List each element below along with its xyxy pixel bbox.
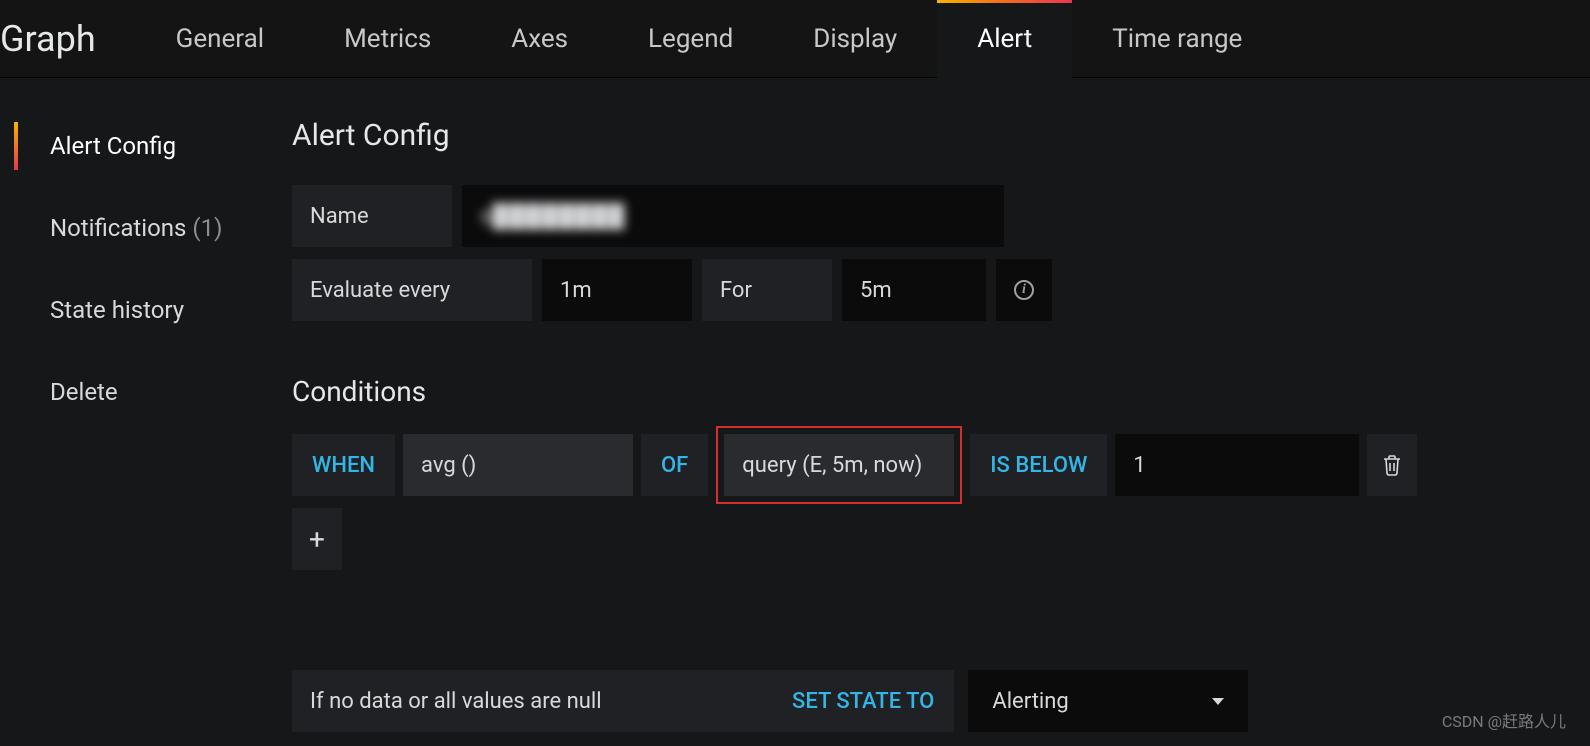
- no-data-state-select[interactable]: Alerting: [968, 670, 1248, 732]
- watermark: CSDN @赶路人儿: [1442, 708, 1566, 732]
- conditions-title: Conditions: [292, 375, 1590, 408]
- tab-display[interactable]: Display: [773, 0, 937, 78]
- condition-query[interactable]: query (E, 5m, now): [724, 434, 954, 496]
- tab-axes[interactable]: Axes: [471, 0, 608, 78]
- alert-name-input[interactable]: s████████: [462, 185, 1004, 247]
- name-row: Name s████████: [292, 185, 1590, 247]
- evaluate-row: Evaluate every 1m For 5m i: [292, 259, 1590, 321]
- sidebar-item-label: Alert Config: [50, 132, 176, 160]
- tab-general[interactable]: General: [136, 0, 304, 78]
- condition-of-keyword: OF: [641, 434, 708, 496]
- tab-metrics[interactable]: Metrics: [304, 0, 471, 78]
- for-input[interactable]: 5m: [842, 259, 986, 321]
- name-label: Name: [292, 185, 452, 247]
- condition-delete-button[interactable]: [1367, 434, 1417, 496]
- for-info-button[interactable]: i: [996, 259, 1052, 321]
- sidebar-item-label: Notifications: [50, 214, 186, 242]
- sidebar-item-delete[interactable]: Delete: [14, 364, 270, 420]
- panel-type-title: Graph: [0, 18, 136, 60]
- plus-icon: +: [309, 523, 325, 556]
- condition-threshold-input[interactable]: 1: [1115, 434, 1359, 496]
- tab-alert[interactable]: Alert: [937, 0, 1072, 78]
- no-data-label: If no data or all values are null: [292, 670, 772, 732]
- evaluate-every-label: Evaluate every: [292, 259, 532, 321]
- alert-config-panel: Alert Config Name s████████ Evaluate eve…: [270, 118, 1590, 732]
- panel-tabs: Graph General Metrics Axes Legend Displa…: [0, 0, 1590, 78]
- no-data-state-value: Alerting: [992, 689, 1068, 714]
- tab-legend[interactable]: Legend: [608, 0, 773, 78]
- tab-time-range[interactable]: Time range: [1072, 0, 1282, 78]
- condition-comparator[interactable]: IS BELOW: [970, 434, 1107, 496]
- sidebar-item-count: (1): [192, 214, 222, 242]
- trash-icon: [1382, 454, 1402, 476]
- condition-aggregator[interactable]: avg (): [403, 434, 633, 496]
- condition-when-keyword[interactable]: WHEN: [292, 434, 395, 496]
- sidebar-item-state-history[interactable]: State history: [14, 282, 270, 338]
- no-data-set-state-keyword: SET STATE TO: [772, 670, 954, 732]
- add-condition-button[interactable]: +: [292, 508, 342, 570]
- sidebar-item-alert-config[interactable]: Alert Config: [14, 118, 270, 174]
- for-label: For: [702, 259, 832, 321]
- chevron-down-icon: [1212, 698, 1224, 705]
- sidebar-item-notifications[interactable]: Notifications (1): [14, 200, 270, 256]
- alert-config-title: Alert Config: [292, 118, 1590, 153]
- evaluate-every-input[interactable]: 1m: [542, 259, 692, 321]
- condition-row: WHEN avg () OF query (E, 5m, now) IS BEL…: [292, 434, 1590, 496]
- sidebar-item-label: Delete: [50, 378, 118, 406]
- sidebar-item-label: State history: [50, 296, 184, 324]
- alert-name-value: s████████: [480, 203, 625, 229]
- alert-sidebar: Alert Config Notifications (1) State his…: [14, 118, 270, 732]
- condition-query-highlight: query (E, 5m, now): [716, 426, 962, 504]
- info-icon: i: [1014, 280, 1034, 300]
- no-data-row: If no data or all values are null SET ST…: [292, 670, 1590, 732]
